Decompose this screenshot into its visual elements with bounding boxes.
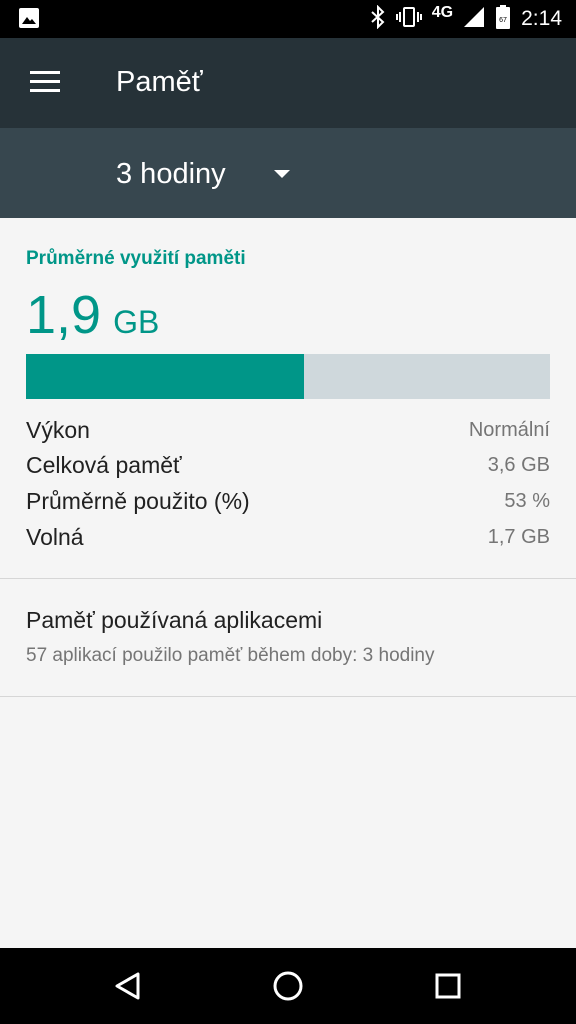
memory-number: 1,9: [26, 285, 102, 345]
average-memory-value: 1,9 GB: [26, 284, 159, 346]
stat-row-performance: Výkon Normální: [26, 412, 550, 448]
apps-memory-subtitle: 57 aplikací použilo paměť během doby: 3 …: [26, 645, 435, 666]
divider: [0, 696, 576, 697]
back-icon[interactable]: [108, 966, 148, 1006]
stat-value: 3,6 GB: [487, 453, 550, 476]
clock: 2:14: [521, 7, 562, 30]
time-range-dropdown[interactable]: 3 hodiny: [116, 154, 290, 194]
home-icon[interactable]: [268, 966, 308, 1006]
navigation-bar: [0, 948, 576, 1024]
stat-label: Výkon: [26, 416, 90, 443]
memory-content: Průměrné využití paměti 1,9 GB Výkon Nor…: [0, 218, 576, 948]
stat-row-average-used: Průměrně použito (%) 53 %: [26, 483, 550, 519]
battery-level: 67: [499, 17, 507, 24]
stat-row-free: Volná 1,7 GB: [26, 519, 550, 555]
memory-usage-bar: [26, 354, 550, 399]
memory-usage-fill: [26, 354, 304, 399]
time-range-bar: 3 hodiny: [0, 128, 576, 218]
stat-value: Normální: [468, 418, 550, 441]
battery-icon: 67: [495, 4, 511, 35]
recents-icon[interactable]: [428, 966, 468, 1006]
stat-label: Celková paměť: [26, 451, 182, 478]
apps-memory-title: Paměť používaná aplikacemi: [26, 607, 323, 633]
image-icon: [18, 7, 40, 29]
menu-icon[interactable]: [30, 71, 60, 93]
vibrate-icon: [395, 5, 422, 34]
status-bar: 4G 67 2:14: [0, 0, 576, 38]
page-title: Paměť: [116, 66, 203, 98]
signal-icon: [463, 6, 485, 33]
app-bar: Paměť: [0, 38, 576, 128]
average-memory-title: Průměrné využití paměti: [26, 248, 246, 269]
stat-value: 53 %: [504, 489, 550, 512]
network-type: 4G: [431, 4, 454, 21]
memory-unit: GB: [113, 304, 160, 340]
bluetooth-icon: [370, 4, 386, 34]
stat-label: Průměrně použito (%): [26, 487, 250, 514]
stat-label: Volná: [26, 523, 84, 550]
dropdown-arrow-icon: [273, 170, 290, 178]
stat-value: 1,7 GB: [487, 525, 550, 548]
stat-row-total: Celková paměť 3,6 GB: [26, 447, 550, 483]
apps-memory-item[interactable]: Paměť používaná aplikacemi 57 aplikací p…: [0, 579, 576, 696]
time-range-label: 3 hodiny: [116, 157, 226, 190]
